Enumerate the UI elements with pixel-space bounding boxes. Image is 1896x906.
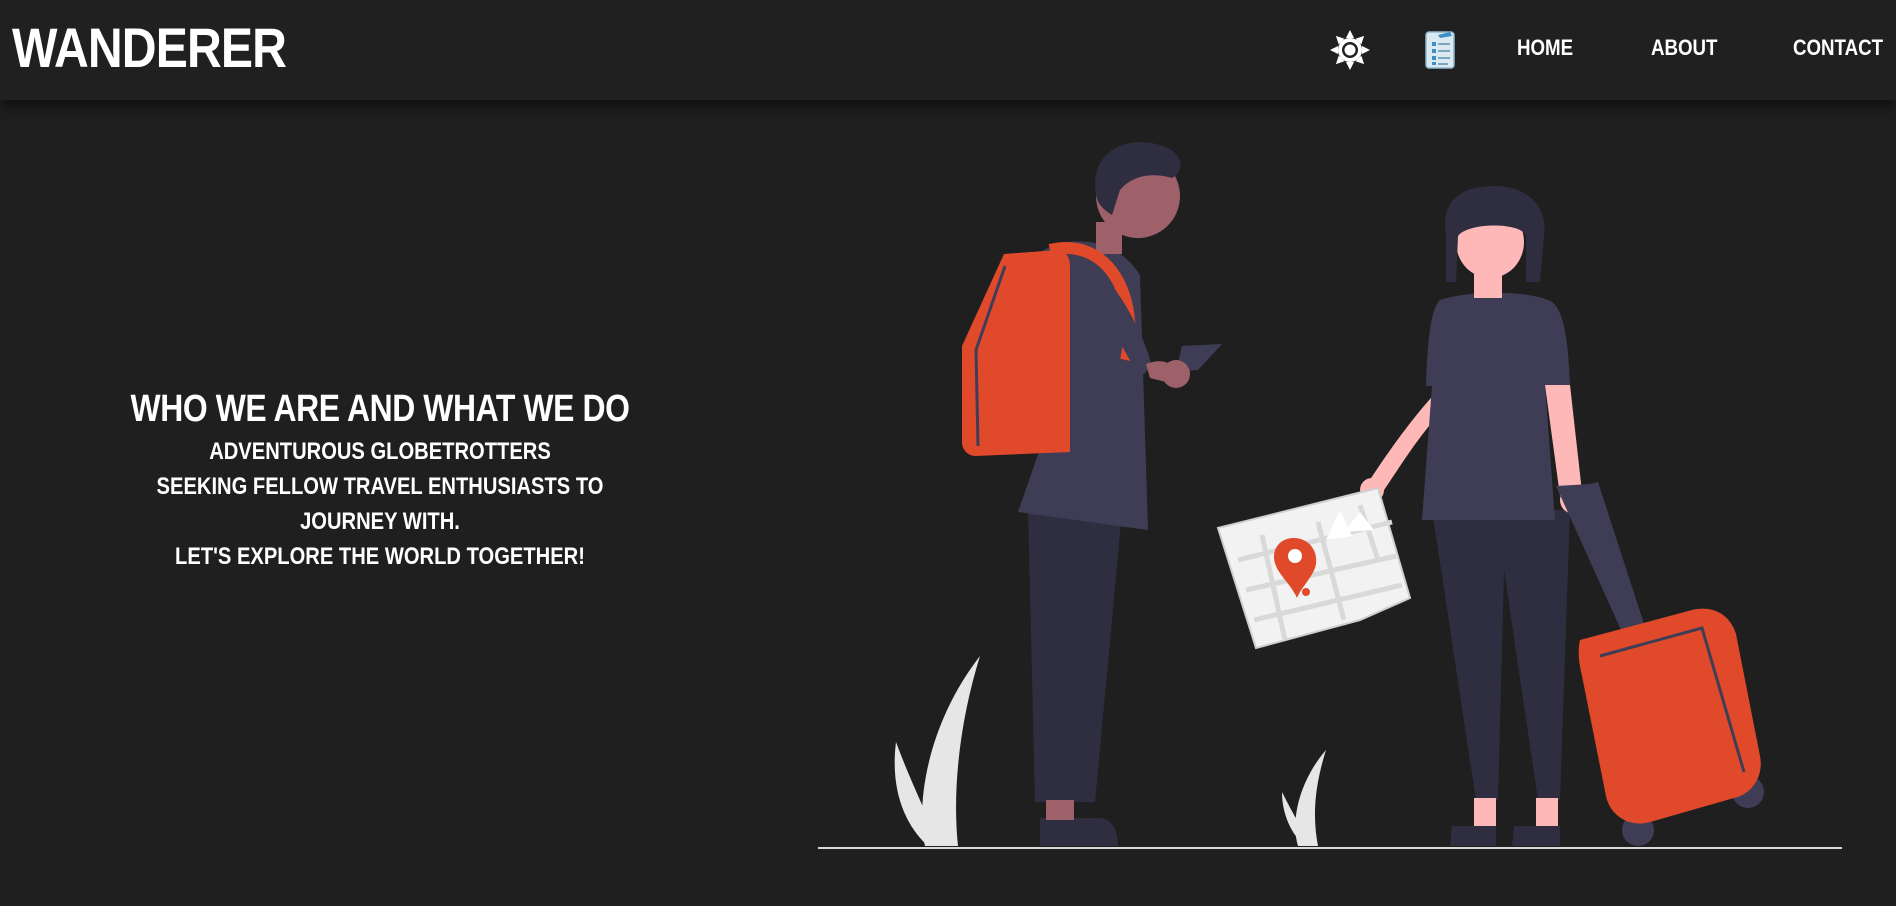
map-illustration <box>1216 486 1412 650</box>
woman-figure <box>1360 186 1588 846</box>
hero-line: LET'S EXPLORE THE WORLD TOGETHER! <box>175 543 585 570</box>
hero-line: ADVENTUROUS GLOBETROTTERS <box>209 438 551 465</box>
nav-home-link[interactable]: HOME <box>1517 34 1573 62</box>
sun-icon[interactable] <box>1328 28 1372 72</box>
grass-right <box>1282 750 1326 846</box>
nav-contact-link[interactable]: CONTACT <box>1793 34 1883 62</box>
man-figure <box>962 142 1222 846</box>
hero-line: SEEKING FELLOW TRAVEL ENTHUSIASTS TO JOU… <box>156 473 604 535</box>
navbar: WANDERER HOME ABOUT CONTACT <box>0 0 1896 100</box>
hero-title: WHO WE ARE AND WHAT WE DO <box>130 388 630 430</box>
travel-checklist-icon[interactable] <box>1424 28 1458 70</box>
travelers-illustration <box>810 130 1850 860</box>
nav-about-link[interactable]: ABOUT <box>1651 34 1717 62</box>
grass-left <box>894 656 980 846</box>
brand-logo[interactable]: WANDERER <box>12 14 287 82</box>
hero-text: WHO WE ARE AND WHAT WE DO ADVENTUROUS GL… <box>80 386 680 574</box>
suitcase-illustration <box>1556 482 1764 846</box>
